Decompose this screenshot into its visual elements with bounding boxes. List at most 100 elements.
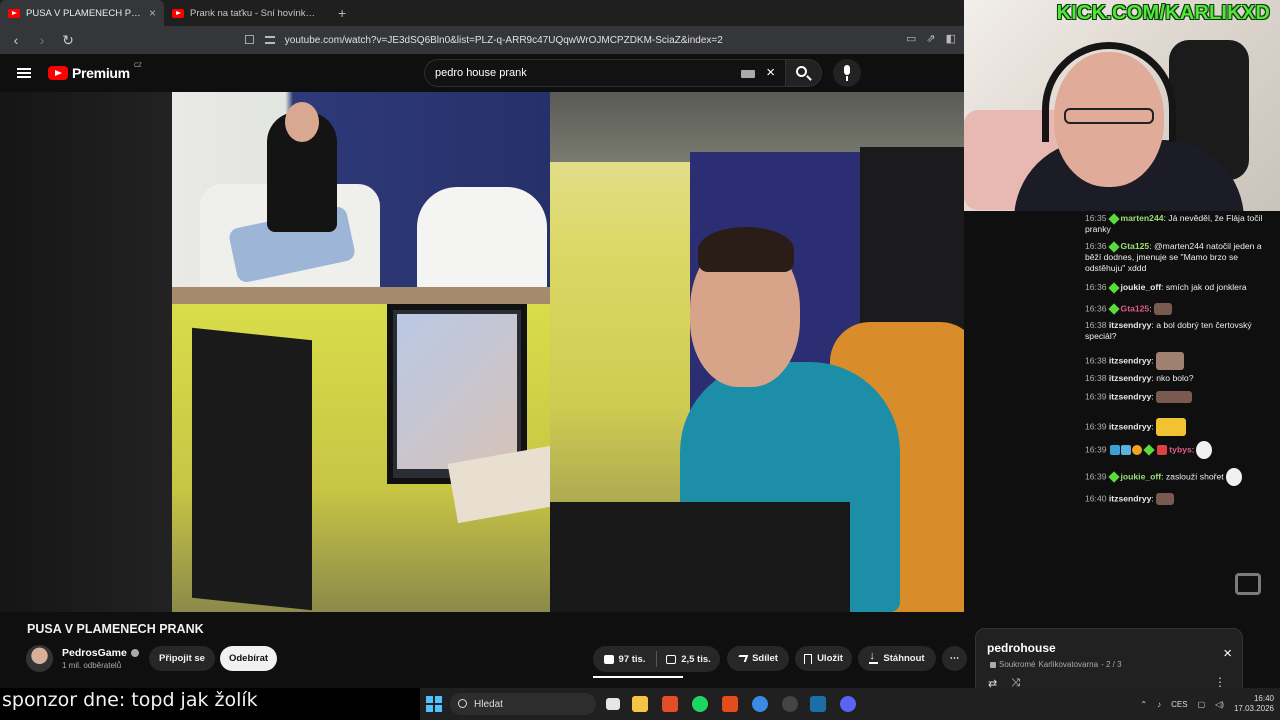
- sponsor-banner: sponzor dne: topd jak žolík: [0, 688, 420, 720]
- share-label: Sdílet: [752, 653, 778, 664]
- voice-search-button[interactable]: [833, 59, 861, 87]
- windows-start-icon[interactable]: [426, 696, 442, 712]
- channel-avatar[interactable]: [26, 645, 53, 672]
- badge-icon: [1156, 445, 1167, 455]
- clear-search-icon[interactable]: ×: [766, 64, 775, 81]
- extension-icon[interactable]: ◧: [946, 32, 956, 45]
- office-icon[interactable]: [722, 696, 738, 712]
- download-button[interactable]: Stáhnout: [858, 646, 936, 671]
- playlist-menu-icon[interactable]: ⋮: [1214, 675, 1226, 689]
- bookmark-icon[interactable]: ☐: [244, 33, 255, 47]
- site-settings-icon[interactable]: [264, 36, 275, 44]
- browser-app-icon[interactable]: [752, 696, 768, 712]
- chat-nick: itzsendryy: [1108, 493, 1152, 504]
- mic-icon[interactable]: ♪: [1157, 700, 1161, 709]
- new-tab-button[interactable]: +: [328, 0, 356, 26]
- chevron-up-icon[interactable]: ⌃: [1140, 700, 1147, 709]
- save-button[interactable]: Uložit: [795, 646, 852, 671]
- search-icon: [796, 66, 807, 77]
- url-field[interactable]: ☐ youtube.com/watch?v=JE3dSQ6Bln0&list=P…: [244, 30, 723, 50]
- tab-inactive[interactable]: Prank na taťku - Sní hovínko!! - YouT: [164, 0, 328, 26]
- playlist-title[interactable]: pedrohouse: [987, 641, 1056, 655]
- chat-nick: itzsendryy: [1108, 421, 1152, 432]
- obs-icon[interactable]: [782, 696, 798, 712]
- brave-icon[interactable]: [662, 696, 678, 712]
- logo-text: Premium: [72, 65, 130, 81]
- system-tray: ⌃ ♪ CES ▢ ◁) 16:40 17.03.2026: [1140, 688, 1280, 720]
- chat-text: :: [1151, 493, 1154, 504]
- channel-name[interactable]: PedrosGame: [62, 647, 139, 659]
- desk: [550, 502, 850, 612]
- chat-nick: tybys: [1169, 444, 1192, 455]
- windows-taskbar: Hledat ⌃ ♪ CES ▢ ◁) 16:40 17.03.2026: [420, 688, 1280, 720]
- menu-icon[interactable]: [17, 68, 31, 78]
- share-button[interactable]: Sdílet: [727, 646, 789, 671]
- chat-message: 16:40 itzsendryy:: [1085, 493, 1277, 505]
- video-player[interactable]: [0, 92, 964, 612]
- volume-icon[interactable]: ◁): [1215, 700, 1224, 709]
- chat-time: 16:36: [1085, 282, 1107, 292]
- tab-active[interactable]: PUSA V PLAMENECH PRANK ×: [0, 0, 164, 26]
- file-explorer-icon[interactable]: [632, 696, 648, 712]
- chat-message: 16:39 itzsendryy:: [1085, 391, 1277, 403]
- language-indicator[interactable]: CES: [1171, 700, 1187, 709]
- playlist-owner[interactable]: Karlikovatovarna: [1038, 660, 1098, 669]
- chat-nick: itzsendryy: [1108, 320, 1152, 330]
- join-button[interactable]: Připojit se: [149, 646, 215, 671]
- like-button[interactable]: 97 tis.: [593, 646, 656, 672]
- taskbar-search-input[interactable]: Hledat: [450, 693, 596, 715]
- chat-message: 16:35 marten244: Já nevěděl, že Flája toč…: [1085, 213, 1277, 235]
- person-hair: [698, 227, 794, 272]
- unsubscribe-button[interactable]: Odebírat: [220, 646, 277, 671]
- channel-name-text[interactable]: PedrosGame: [62, 647, 127, 659]
- chat-message: 16:36 Gta125:: [1085, 303, 1277, 315]
- back-icon[interactable]: ‹: [8, 32, 24, 48]
- more-actions-button[interactable]: ⋯: [942, 646, 967, 671]
- taskview-icon[interactable]: [606, 698, 620, 710]
- discord-icon[interactable]: [840, 696, 856, 712]
- chat-time: 16:39: [1085, 444, 1107, 455]
- person-head: [285, 102, 319, 142]
- like-count: 97 tis.: [618, 653, 646, 665]
- chat-nick: Gta125: [1120, 241, 1150, 251]
- badge-icon: [1107, 303, 1120, 315]
- url-text[interactable]: youtube.com/watch?v=JE3dSQ6Bln0&list=PLZ…: [285, 35, 723, 46]
- youtube-logo[interactable]: Premium CZ: [48, 63, 142, 81]
- badge-icon: [1107, 241, 1120, 253]
- clock[interactable]: 16:40 17.03.2026: [1234, 694, 1274, 714]
- subscriber-count: 1 mil. odběratelů: [62, 661, 122, 670]
- dislike-button[interactable]: 2,5 tis.: [657, 646, 720, 672]
- like-ratio-bar: [593, 676, 683, 678]
- chat-nick: joukie_off: [1120, 471, 1162, 482]
- monitor-screen: [397, 314, 517, 469]
- playlist-panel: pedrohouse Soukromé Karlikovatovarna - 2…: [975, 628, 1243, 690]
- search-value: pedro house prank: [435, 67, 527, 79]
- kick-url-overlay: KICK.COM/KARLIKXD: [1056, 2, 1270, 24]
- forward-icon[interactable]: ›: [34, 32, 50, 48]
- steam-icon[interactable]: [810, 696, 826, 712]
- chat-text: :: [1151, 355, 1154, 366]
- youtube-icon: [172, 8, 184, 18]
- emote-icon: [1155, 391, 1192, 403]
- reload-icon[interactable]: ↻: [60, 32, 76, 49]
- chat-nick: itzsendryy: [1108, 373, 1152, 383]
- emote-icon: [1153, 303, 1172, 315]
- spotify-icon[interactable]: [692, 696, 708, 712]
- network-icon[interactable]: ▢: [1198, 700, 1206, 709]
- chat-message: 16:39 tybys:: [1085, 441, 1277, 459]
- search-button[interactable]: [786, 59, 822, 87]
- cast-icon[interactable]: ▭: [906, 32, 916, 45]
- chat-nick: itzsendryy: [1108, 391, 1152, 402]
- search-input[interactable]: pedro house prank ×: [424, 59, 786, 87]
- tab-close-icon[interactable]: ×: [149, 6, 156, 20]
- share-page-icon[interactable]: ⇗: [926, 32, 935, 45]
- save-icon: [804, 653, 813, 664]
- chat-text: :: [1149, 303, 1152, 314]
- keyboard-icon[interactable]: [741, 70, 755, 78]
- close-playlist-icon[interactable]: ×: [1223, 645, 1232, 662]
- badge-icon: [1143, 444, 1155, 456]
- video-scene-monitor: [172, 304, 567, 612]
- emote-icon: [1155, 418, 1186, 436]
- chat-text: :: [1191, 444, 1195, 455]
- chat-text: : zaslouží shořet: [1161, 471, 1224, 482]
